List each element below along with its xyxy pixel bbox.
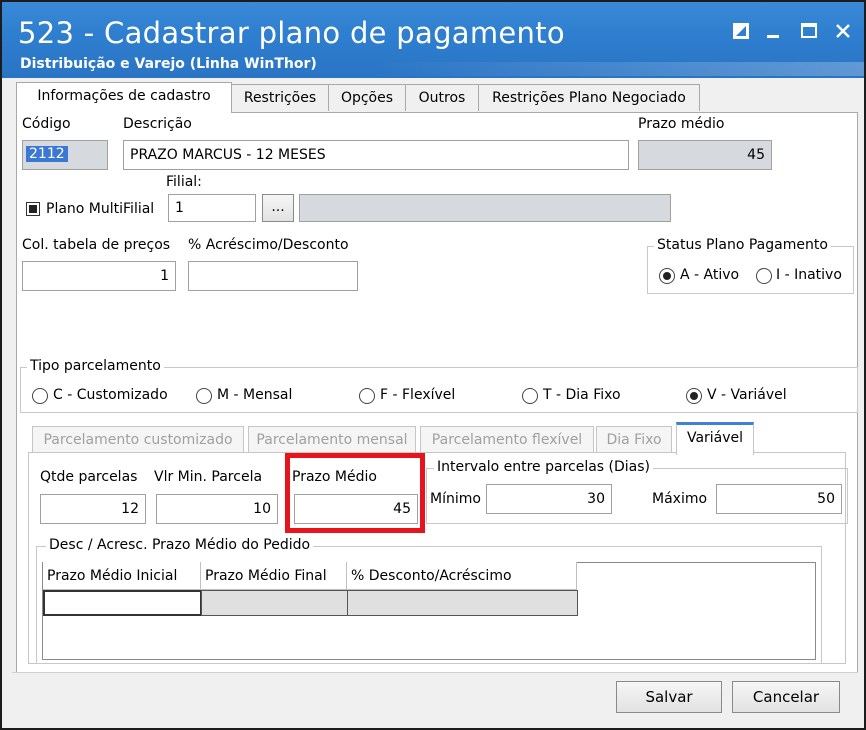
tipo-flexivel-radio[interactable]: [359, 388, 375, 404]
subtab-variavel[interactable]: Variável: [676, 422, 754, 455]
status-inativo-radio[interactable]: [756, 268, 772, 284]
multifilial-checkbox[interactable]: [26, 202, 40, 216]
tab-informacoes-cadastro[interactable]: Informações de cadastro: [16, 82, 232, 113]
maximo-label: Máximo: [652, 491, 708, 507]
col-desconto-acrescimo[interactable]: % Desconto/Acréscimo: [347, 562, 577, 590]
tipo-customizado-label: C - Customizado: [53, 387, 168, 403]
app-window: 523 - Cadastrar plano de pagamento Distr…: [0, 0, 866, 730]
qtde-parcelas-label: Qtde parcelas: [40, 469, 138, 485]
col-tabela-label: Col. tabela de preços: [22, 237, 171, 253]
multifilial-label: Plano MultiFilial: [46, 201, 155, 217]
acrescimo-field[interactable]: [188, 261, 358, 291]
status-title: Status Plano Pagamento: [654, 237, 831, 253]
filial-description-field: [299, 194, 671, 222]
qtde-parcelas-field[interactable]: 12: [40, 494, 146, 524]
col-tabela-field[interactable]: 1: [22, 261, 176, 291]
grid-cell-inicial[interactable]: [43, 590, 202, 616]
col-prazo-medio-inicial[interactable]: Prazo Médio Inicial: [43, 562, 201, 590]
codigo-label: Código: [22, 116, 71, 132]
grid-cell-final[interactable]: [201, 590, 348, 616]
descricao-label: Descrição: [123, 116, 192, 132]
maximize-icon[interactable]: [798, 22, 820, 44]
highlight-box: [285, 453, 425, 533]
desc-acresc-title: Desc / Acresc. Prazo Médio do Pedido: [46, 537, 314, 553]
tipo-parcelamento-title: Tipo parcelamento: [27, 358, 164, 374]
window-title: 523 - Cadastrar plano de pagamento: [18, 16, 565, 50]
subtab-parcelamento-mensal[interactable]: Parcelamento mensal: [248, 426, 416, 453]
cancel-label: Cancelar: [752, 688, 820, 706]
tipo-variavel-label: V - Variável: [707, 387, 787, 403]
prazo-medio-label: Prazo médio: [638, 116, 725, 132]
status-ativo-label: A - Ativo: [680, 267, 740, 283]
tab-outros[interactable]: Outros: [405, 84, 479, 111]
save-button[interactable]: Salvar: [616, 681, 722, 713]
vlr-min-parcela-label: Vlr Min. Parcela: [154, 469, 263, 485]
tab-opcoes[interactable]: Opções: [328, 84, 406, 111]
tipo-dia-fixo-radio[interactable]: [522, 388, 538, 404]
minimize-icon[interactable]: [762, 22, 784, 44]
title-bar: 523 - Cadastrar plano de pagamento Distr…: [2, 2, 864, 78]
intervalo-title: Intervalo entre parcelas (Dias): [434, 459, 654, 475]
restore-icon[interactable]: [730, 22, 752, 44]
tipo-mensal-radio[interactable]: [196, 388, 212, 404]
close-icon[interactable]: [832, 22, 854, 44]
filial-search-button[interactable]: ...: [262, 194, 294, 222]
acrescimo-label: % Acréscimo/Desconto: [188, 237, 349, 253]
vlr-min-parcela-field[interactable]: 10: [156, 494, 278, 524]
col-prazo-medio-final[interactable]: Prazo Médio Final: [201, 562, 347, 590]
status-ativo-radio[interactable]: [659, 268, 675, 284]
tipo-customizado-radio[interactable]: [32, 388, 48, 404]
descricao-field[interactable]: PRAZO MARCUS - 12 MESES: [123, 140, 629, 170]
filial-field[interactable]: 1: [168, 194, 256, 222]
subtab-dia-fixo[interactable]: Dia Fixo: [596, 426, 672, 453]
tipo-variavel-radio[interactable]: [686, 388, 702, 404]
window-subtitle: Distribuição e Varejo (Linha WinThor): [20, 56, 317, 72]
codigo-field[interactable]: 2112: [22, 140, 108, 170]
tipo-flexivel-label: F - Flexível: [380, 387, 456, 403]
tab-restricoes-plano-negociado[interactable]: Restrições Plano Negociado: [478, 84, 700, 111]
tipo-mensal-label: M - Mensal: [217, 387, 293, 403]
prazo-medio-field: 45: [638, 140, 772, 170]
grid-cell-desconto[interactable]: [347, 590, 578, 616]
status-inativo-label: I - Inativo: [776, 267, 842, 283]
subtab-parcelamento-customizado[interactable]: Parcelamento customizado: [32, 426, 244, 453]
cancel-button[interactable]: Cancelar: [732, 681, 840, 713]
minimo-label: Mínimo: [430, 491, 481, 507]
minimo-field[interactable]: 30: [486, 484, 612, 514]
tipo-dia-fixo-label: T - Dia Fixo: [543, 387, 621, 403]
tab-restricoes[interactable]: Restrições: [231, 84, 329, 111]
maximo-field[interactable]: 50: [716, 484, 842, 514]
filial-label: Filial:: [166, 174, 202, 190]
save-label: Salvar: [645, 688, 693, 706]
subtab-parcelamento-flexivel[interactable]: Parcelamento flexível: [420, 426, 594, 453]
